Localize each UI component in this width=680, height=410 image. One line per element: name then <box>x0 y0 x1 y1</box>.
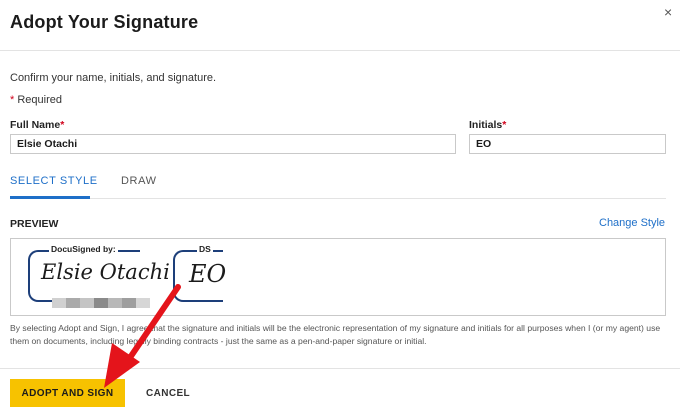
dialog-header: Adopt Your Signature × <box>0 0 680 51</box>
tab-select-style[interactable]: SELECT STYLE <box>10 175 98 187</box>
required-marker: * <box>10 94 15 106</box>
active-tab-underline <box>10 196 90 199</box>
red-arrow-icon <box>104 284 181 388</box>
required-marker: * <box>502 119 507 131</box>
required-note: * Required <box>10 94 62 106</box>
required-label: Required <box>17 94 62 106</box>
adopt-and-sign-button[interactable]: ADOPT AND SIGN <box>10 379 125 407</box>
tab-draw[interactable]: DRAW <box>121 175 157 187</box>
signature-hash-blocks <box>52 298 150 308</box>
close-icon[interactable]: × <box>664 4 672 20</box>
signature-caption: DocuSigned by: <box>49 244 118 254</box>
intro-text: Confirm your name, initials, and signatu… <box>10 72 217 84</box>
dialog-title: Adopt Your Signature <box>10 12 199 32</box>
full-name-label-text: Full Name <box>10 119 61 131</box>
preview-heading: PREVIEW <box>10 218 59 230</box>
change-style-link[interactable]: Change Style <box>599 217 665 229</box>
dialog-footer: ADOPT AND SIGN CANCEL <box>0 368 680 410</box>
initials-caption: DS <box>197 244 213 254</box>
cancel-button[interactable]: CANCEL <box>146 388 190 399</box>
full-name-label: Full Name* <box>10 119 64 131</box>
style-tabs: SELECT STYLE DRAW <box>10 166 666 199</box>
initials-text: EO <box>189 260 227 288</box>
full-name-input[interactable] <box>10 134 456 154</box>
signature-hash <box>52 295 150 308</box>
initials-label: Initials* <box>469 119 506 131</box>
signature-text: Elsie Otachi <box>41 260 170 284</box>
signature-preview: DocuSigned by: Elsie Otachi DS EO <box>10 238 666 316</box>
initials-input[interactable] <box>469 134 666 154</box>
required-marker: * <box>60 119 65 131</box>
initials-label-text: Initials <box>469 119 503 131</box>
legal-disclaimer: By selecting Adopt and Sign, I agree tha… <box>10 323 661 346</box>
